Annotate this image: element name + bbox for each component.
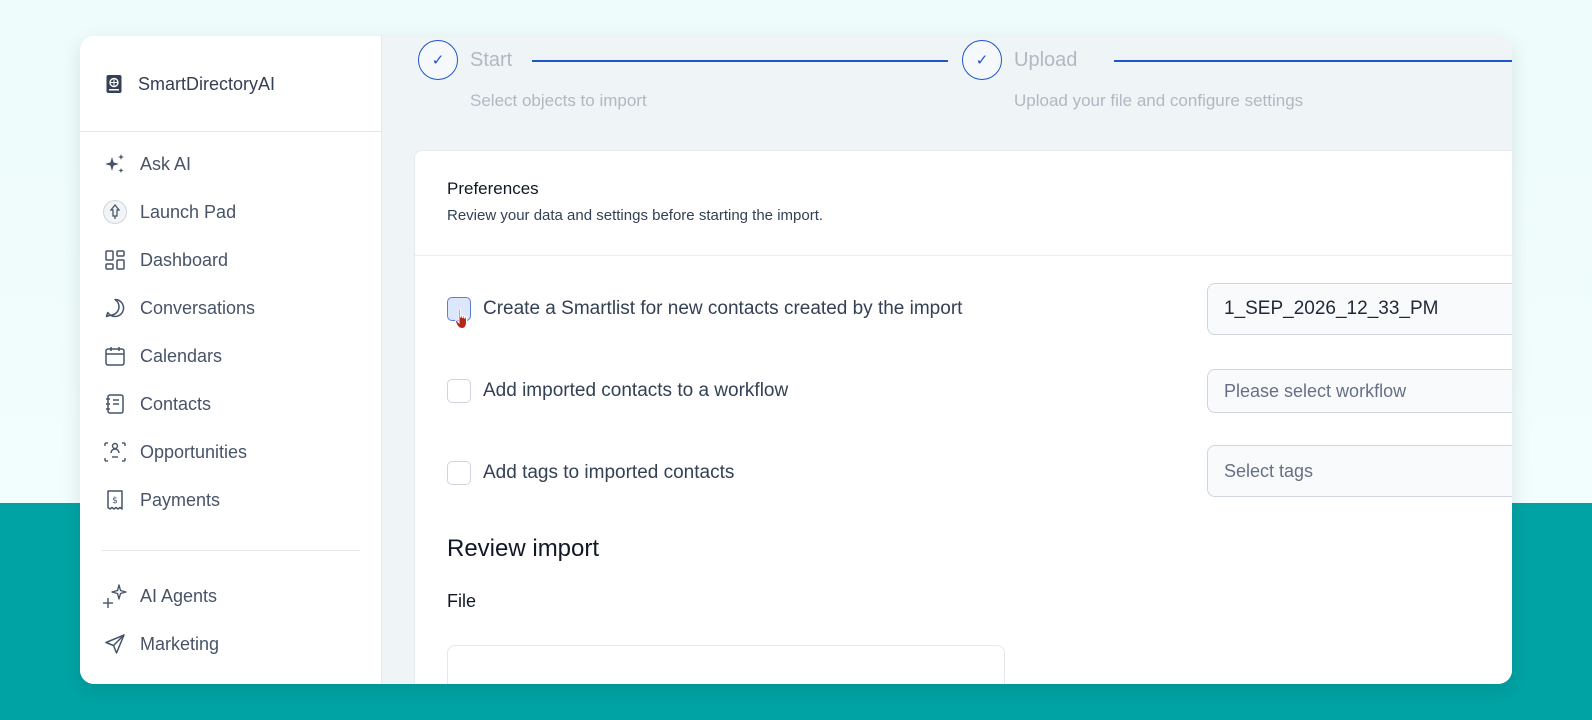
rocket-icon <box>102 199 128 225</box>
file-preview-box <box>447 645 1005 684</box>
svg-text:$: $ <box>112 496 118 506</box>
tags-option: Add tags to imported contacts <box>447 459 734 487</box>
sidebar-item-launch-pad[interactable]: Launch Pad <box>102 194 360 230</box>
preferences-subtitle: Review your data and settings before sta… <box>447 207 824 224</box>
sidebar-item-contacts[interactable]: Contacts <box>102 386 360 422</box>
chat-bubble-icon <box>102 295 128 321</box>
sidebar: SmartDirectoryAI Ask AI Launch Pad Dashb… <box>80 36 382 684</box>
sidebar-item-label: Dashboard <box>140 249 229 270</box>
step-connector <box>532 60 948 62</box>
workflow-label: Add imported contacts to a workflow <box>483 380 789 401</box>
brand[interactable]: SmartDirectoryAI <box>104 70 275 98</box>
smartlist-name-input[interactable]: 1_SEP_2026_12_33_PM <box>1207 283 1512 335</box>
main-content: ✓ Start Select objects to import ✓ Uploa… <box>382 36 1512 684</box>
sidebar-item-label: Marketing <box>140 633 220 654</box>
workflow-select[interactable]: Please select workflow <box>1207 369 1512 413</box>
step-subtitle: Upload your file and configure settings <box>1014 91 1304 110</box>
smartlist-option: Create a Smartlist for new contacts crea… <box>447 295 962 323</box>
sidebar-item-conversations[interactable]: Conversations <box>102 290 360 326</box>
check-icon: ✓ <box>962 40 1002 80</box>
workflow-option: Add imported contacts to a workflow <box>447 377 788 405</box>
sidebar-divider <box>80 131 382 132</box>
sidebar-item-ai-agents[interactable]: AI Agents <box>102 578 360 614</box>
sidebar-item-payments[interactable]: $ Payments <box>102 482 360 518</box>
sidebar-item-label: Calendars <box>140 345 223 366</box>
sidebar-item-opportunities[interactable]: Opportunities <box>102 434 360 470</box>
preferences-card: Preferences Review your data and setting… <box>414 150 1512 684</box>
preferences-header: Preferences Review your data and setting… <box>447 179 823 224</box>
calendar-icon <box>102 343 128 369</box>
app-window: SmartDirectoryAI Ask AI Launch Pad Dashb… <box>80 36 1512 684</box>
preferences-title: Preferences <box>447 179 539 198</box>
sidebar-item-dashboard[interactable]: Dashboard <box>102 242 360 278</box>
step-connector <box>1114 60 1512 62</box>
sidebar-item-label: Ask AI <box>140 153 192 174</box>
dashboard-grid-icon <box>102 247 128 273</box>
review-import-title: Review import <box>447 535 600 562</box>
step-subtitle: Select objects to import <box>470 91 647 110</box>
step-title: Upload <box>1014 49 1078 71</box>
sparkles-icon <box>102 151 128 177</box>
opportunities-icon <box>102 439 128 465</box>
book-icon <box>104 74 124 94</box>
payments-receipt-icon: $ <box>102 487 128 513</box>
hand-cursor-icon <box>454 308 470 335</box>
sidebar-item-label: Opportunities <box>140 441 248 462</box>
tags-select[interactable]: Select tags <box>1207 445 1512 497</box>
sidebar-item-marketing[interactable]: Marketing <box>102 626 360 662</box>
contacts-book-icon <box>102 391 128 417</box>
sidebar-item-label: AI Agents <box>140 585 218 606</box>
workflow-checkbox[interactable] <box>447 379 471 403</box>
ai-agents-sparkle-icon <box>102 583 128 609</box>
file-label: File <box>447 591 477 611</box>
sidebar-item-label: Launch Pad <box>140 201 237 222</box>
sidebar-item-label: Contacts <box>140 393 212 414</box>
tags-checkbox[interactable] <box>447 461 471 485</box>
sidebar-item-label: Payments <box>140 489 221 510</box>
sidebar-item-ask-ai[interactable]: Ask AI <box>102 146 360 182</box>
check-icon: ✓ <box>418 40 458 80</box>
sidebar-item-calendars[interactable]: Calendars <box>102 338 360 374</box>
sidebar-item-label: Conversations <box>140 297 256 318</box>
step-title: Start <box>470 49 513 71</box>
sidebar-divider <box>102 550 360 551</box>
divider <box>415 255 1512 256</box>
tags-label: Add tags to imported contacts <box>483 462 735 483</box>
smartlist-label: Create a Smartlist for new contacts crea… <box>483 298 963 319</box>
brand-name: SmartDirectoryAI <box>138 73 276 94</box>
paper-plane-icon <box>102 631 128 657</box>
